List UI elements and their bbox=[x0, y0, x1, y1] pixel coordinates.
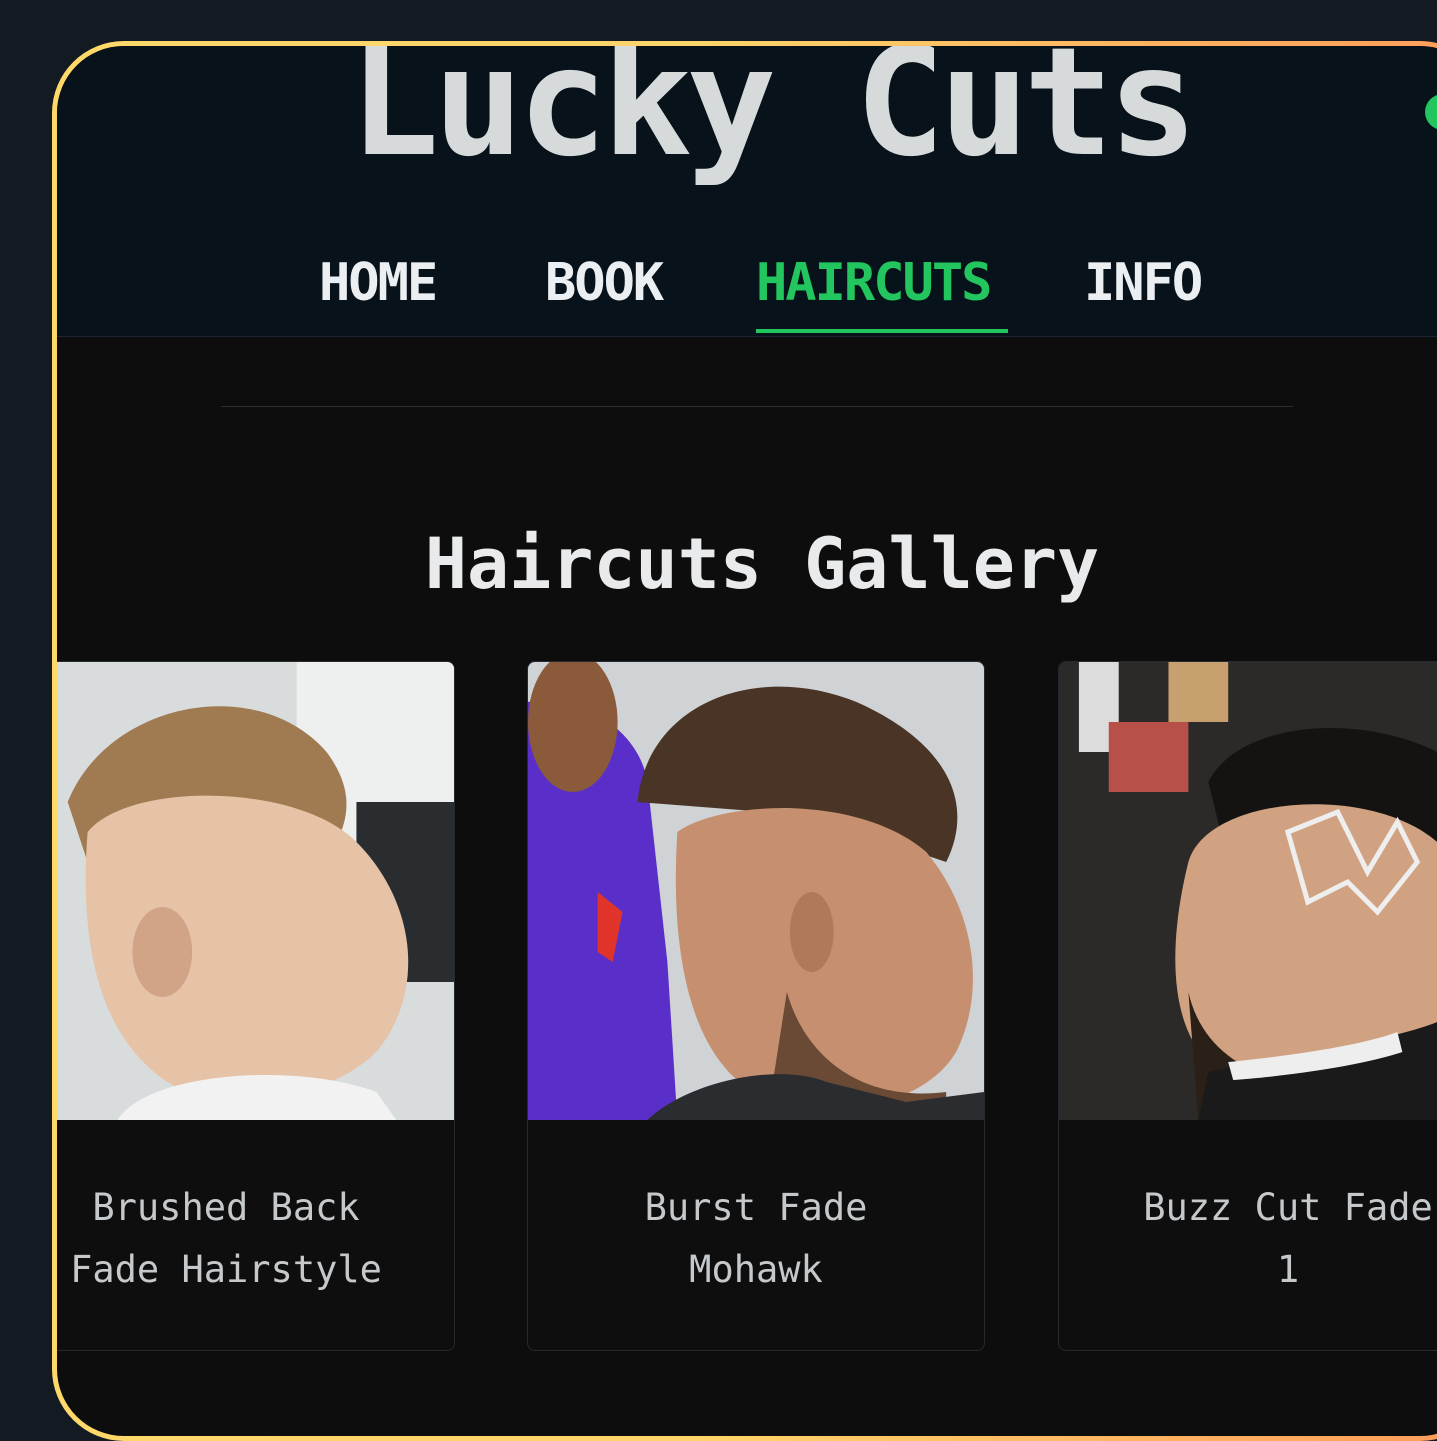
haircut-photo[interactable] bbox=[1059, 662, 1437, 1120]
nav-home[interactable]: HOME bbox=[319, 251, 438, 315]
haircut-card[interactable]: Brushed Back Fade Hairstyle bbox=[57, 661, 455, 1351]
main-nav: HOME BOOK HAIRCUTS INFO bbox=[57, 251, 1437, 336]
site-header: Lucky Cuts HOME BOOK HAIRCUTS INFO bbox=[57, 46, 1437, 337]
haircut-name: Burst Fade Mohawk bbox=[528, 1177, 984, 1301]
haircut-name-line1: Burst Fade bbox=[644, 1186, 868, 1229]
haircut-photo[interactable] bbox=[528, 662, 984, 1120]
haircut-name-line2: 1 bbox=[1276, 1248, 1300, 1291]
haircut-photo[interactable] bbox=[57, 662, 454, 1120]
haircut-name-line1: Brushed Back bbox=[92, 1186, 360, 1229]
nav-active-underline bbox=[756, 329, 1008, 333]
status-indicator bbox=[1425, 94, 1437, 130]
haircut-card[interactable]: Buzz Cut Fade 1 bbox=[1058, 661, 1437, 1351]
haircut-name: Brushed Back Fade Hairstyle bbox=[57, 1177, 454, 1301]
haircut-name-line2: Fade Hairstyle bbox=[70, 1248, 382, 1291]
haircut-name-line1: Buzz Cut Fade bbox=[1143, 1186, 1433, 1229]
haircut-name-line2: Mohawk bbox=[689, 1248, 823, 1291]
nav-info[interactable]: INFO bbox=[1084, 251, 1203, 315]
nav-book[interactable]: BOOK bbox=[545, 251, 664, 315]
site-logo[interactable]: Lucky Cuts bbox=[349, 46, 1198, 178]
screen: Lucky Cuts HOME BOOK HAIRCUTS INFO Hairc… bbox=[57, 46, 1437, 1436]
haircut-name: Buzz Cut Fade 1 bbox=[1059, 1177, 1437, 1301]
haircut-card[interactable]: Burst Fade Mohawk bbox=[527, 661, 985, 1351]
section-divider bbox=[221, 406, 1293, 407]
device-frame: Lucky Cuts HOME BOOK HAIRCUTS INFO Hairc… bbox=[52, 41, 1437, 1441]
nav-haircuts[interactable]: HAIRCUTS bbox=[756, 251, 992, 315]
gallery-title: Haircuts Gallery bbox=[424, 522, 1100, 605]
